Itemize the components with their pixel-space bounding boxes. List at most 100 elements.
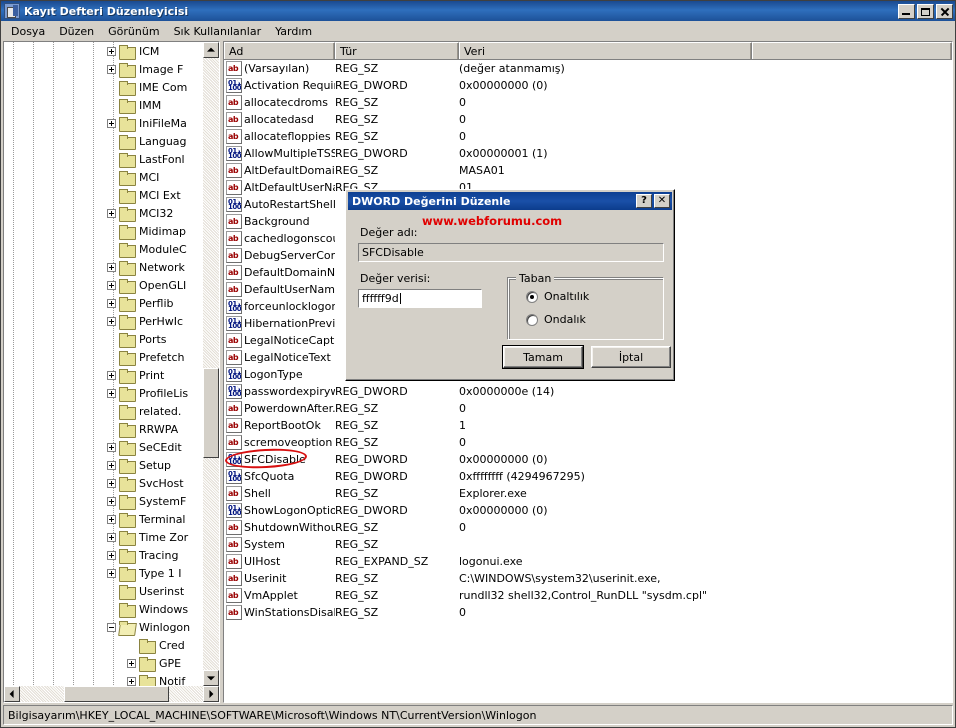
scroll-right-arrow[interactable] <box>203 686 219 702</box>
tree-item-secedit[interactable]: SeCEdit <box>4 438 204 456</box>
registry-tree[interactable]: ICM Image F IME Com IMM IniFileMa Languag Last… <box>4 42 204 702</box>
table-row[interactable]: 011100Activation RequiredREG_DWORD 0x0000… <box>224 77 952 94</box>
tree-hscroll-track[interactable] <box>20 686 203 702</box>
tree-item-gpe[interactable]: GPE <box>4 654 204 672</box>
expand-icon[interactable] <box>107 442 116 452</box>
tree-item-imm[interactable]: IMM <box>4 96 204 114</box>
expand-icon[interactable] <box>107 370 116 380</box>
table-row[interactable]: ab (Varsayılan) REG_SZ (değer atanmamış) <box>224 60 952 77</box>
tree-item-modulec[interactable]: ModuleC <box>4 240 204 258</box>
column-header-ad[interactable]: Ad <box>224 42 335 59</box>
table-row[interactable]: ab VmApplet REG_SZ rundll32 shell32,Control… <box>224 587 952 604</box>
tree-item-terminal[interactable]: Terminal <box>4 510 204 528</box>
menu-item-duzen[interactable]: Düzen <box>52 23 101 40</box>
tree-item-time-zor[interactable]: Time Zor <box>4 528 204 546</box>
expand-icon[interactable] <box>107 496 116 506</box>
tree-item-related[interactable]: related. <box>4 402 204 420</box>
expand-icon[interactable] <box>107 64 116 74</box>
expand-icon[interactable] <box>107 514 116 524</box>
expand-icon[interactable] <box>107 568 116 578</box>
expand-icon[interactable] <box>107 298 116 308</box>
tree-item-ime-com[interactable]: IME Com <box>4 78 204 96</box>
scroll-down-arrow[interactable] <box>203 670 219 686</box>
table-row[interactable]: ab allocatefloppies REG_SZ 0 <box>224 128 952 145</box>
maximize-button[interactable] <box>917 3 934 19</box>
tree-item-print[interactable]: Print <box>4 366 204 384</box>
tree-item-profilelis[interactable]: ProfileLis <box>4 384 204 402</box>
tree-item-cred[interactable]: Cred <box>4 636 204 654</box>
expand-icon[interactable] <box>127 658 136 668</box>
expand-icon[interactable] <box>107 532 116 542</box>
tree-item-systemf[interactable]: SystemF <box>4 492 204 510</box>
radio-hexadecimal[interactable]: Onaltılık <box>526 290 589 303</box>
expand-icon[interactable] <box>107 460 116 470</box>
tree-item-perflib[interactable]: Perflib <box>4 294 204 312</box>
ok-button[interactable]: Tamam <box>502 345 584 369</box>
table-row[interactable]: ab ReportBootOk REG_SZ 1 <box>224 417 952 434</box>
tree-vscroll-thumb[interactable] <box>203 368 219 458</box>
expand-icon[interactable] <box>107 208 116 218</box>
tree-item-type-1-i[interactable]: Type 1 I <box>4 564 204 582</box>
tree-item-network[interactable]: Network <box>4 258 204 276</box>
table-row[interactable]: ab PowerdownAfter... REG_SZ 0 <box>224 400 952 417</box>
tree-item-icm[interactable]: ICM <box>4 42 204 60</box>
tree-horizontal-scrollbar[interactable] <box>4 686 219 702</box>
minimize-button[interactable] <box>898 3 915 19</box>
tree-item-tracing[interactable]: Tracing <box>4 546 204 564</box>
value-data-input[interactable]: ffffff9d <box>358 289 482 308</box>
table-row[interactable]: 011 100 SfcQuota REG_DWORD 0xffffffff (42949… <box>224 468 952 485</box>
cancel-button[interactable]: İptal <box>591 346 671 368</box>
radio-decimal-indicator[interactable] <box>526 313 538 326</box>
close-button[interactable] <box>936 3 953 19</box>
tree-item-mci[interactable]: MCI <box>4 168 204 186</box>
tree-item-setup[interactable]: Setup <box>4 456 204 474</box>
menu-item-sik-kullanilanlar[interactable]: Sık Kullanılanlar <box>167 23 269 40</box>
expand-icon[interactable] <box>107 46 116 56</box>
table-row[interactable]: ab Shell REG_SZ Explorer.exe <box>224 485 952 502</box>
tree-vscroll-track[interactable] <box>203 58 219 670</box>
tree-item-svchost[interactable]: SvcHost <box>4 474 204 492</box>
menu-item-dosya[interactable]: Dosya <box>4 23 52 40</box>
expand-icon[interactable] <box>107 550 116 560</box>
tree-item-lastfonl[interactable]: LastFonl <box>4 150 204 168</box>
scroll-up-arrow[interactable] <box>203 42 219 58</box>
table-row[interactable]: ab Userinit REG_SZ C:\WINDOWS\system32\user… <box>224 570 952 587</box>
tree-item-opengli[interactable]: OpenGLI <box>4 276 204 294</box>
tree-item-image-f[interactable]: Image F <box>4 60 204 78</box>
tree-item-mci32[interactable]: MCI32 <box>4 204 204 222</box>
expand-icon[interactable] <box>107 118 116 128</box>
table-row[interactable]: 011100passwordexpiryw...REG_DWORD 0x00000… <box>224 383 952 400</box>
table-row[interactable]: ab scremoveoption REG_SZ 0 <box>224 434 952 451</box>
expand-icon[interactable] <box>107 478 116 488</box>
menu-item-gorunum[interactable]: Görünüm <box>101 23 166 40</box>
radio-hexadecimal-indicator[interactable] <box>526 290 538 303</box>
value-name-input[interactable]: SFCDisable <box>358 243 664 262</box>
table-row[interactable]: abWinStationsDisab...REG_SZ 0 <box>224 604 952 621</box>
menu-item-yardim[interactable]: Yardım <box>268 23 319 40</box>
dialog-close-icon[interactable]: ✕ <box>654 194 670 208</box>
scroll-left-arrow[interactable] <box>4 686 20 702</box>
column-header-blank[interactable] <box>752 42 952 59</box>
tree-item-languag[interactable]: Languag <box>4 132 204 150</box>
table-row[interactable]: ab allocatedasd REG_SZ 0 <box>224 111 952 128</box>
tree-item-inifilema[interactable]: IniFileMa <box>4 114 204 132</box>
column-header-veri[interactable]: Veri <box>459 42 752 59</box>
table-row[interactable]: 011100ShowLogonOptionsREG_DWORD 0x0000000… <box>224 502 952 519</box>
tree-item-midimap[interactable]: Midimap <box>4 222 204 240</box>
table-row[interactable]: abAltDefaultDomain...REG_SZ MASA01 <box>224 162 952 179</box>
tree-item-rrwpa[interactable]: RRWPA <box>4 420 204 438</box>
table-row[interactable]: ab allocatecdroms REG_SZ 0 <box>224 94 952 111</box>
expand-icon[interactable] <box>107 388 116 398</box>
radio-decimal[interactable]: Ondalık <box>526 313 586 326</box>
column-header-tur[interactable]: Tür <box>335 42 459 59</box>
help-button[interactable]: ? <box>636 194 652 208</box>
table-row[interactable]: 011 100 SFCDisable REG_DWORD 0x00000000 (0) <box>224 451 952 468</box>
expand-icon[interactable] <box>107 280 116 290</box>
tree-hscroll-thumb[interactable] <box>64 686 169 702</box>
collapse-icon[interactable] <box>107 622 116 632</box>
expand-icon[interactable] <box>127 676 136 686</box>
tree-item-userinst[interactable]: Userinst <box>4 582 204 600</box>
table-row[interactable]: abShutdownWithou...REG_SZ 0 <box>224 519 952 536</box>
registry-tree-pane[interactable]: ICM Image F IME Com IMM IniFileMa Languag Last… <box>3 41 220 703</box>
tree-item-perhwic[interactable]: PerHwIc <box>4 312 204 330</box>
